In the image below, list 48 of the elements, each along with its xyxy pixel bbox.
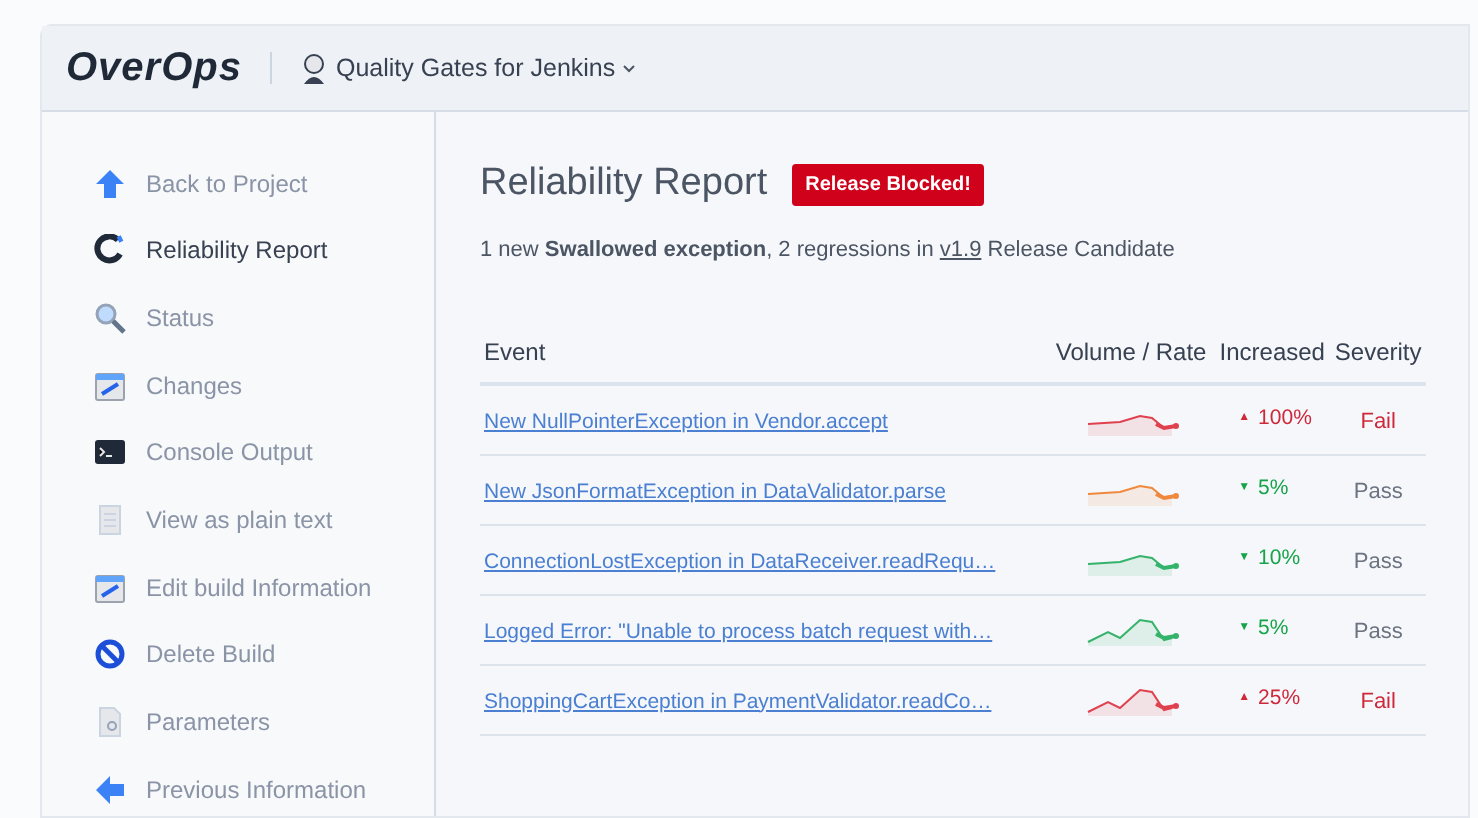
increase-value: 10% bbox=[1258, 543, 1301, 574]
sparkline bbox=[1083, 613, 1180, 645]
document-search-icon bbox=[94, 706, 126, 738]
increase-value: 100% bbox=[1258, 403, 1312, 434]
report-title: Reliability Report bbox=[480, 160, 768, 208]
severity-label: Pass bbox=[1353, 479, 1403, 503]
sidebar-item[interactable]: Parameters bbox=[94, 703, 434, 741]
severity-label: Pass bbox=[1353, 619, 1403, 643]
column-header: Severity bbox=[1334, 338, 1422, 366]
left-arrow-icon bbox=[94, 773, 126, 806]
magnifier-icon bbox=[94, 301, 126, 334]
prohibited-icon bbox=[94, 638, 126, 671]
notepad-icon bbox=[94, 369, 126, 402]
terminal-icon bbox=[94, 436, 126, 469]
sidebar-item[interactable]: Previous Information bbox=[94, 770, 434, 809]
sidebar-item[interactable]: Reliability Report bbox=[94, 231, 434, 270]
notepad-icon bbox=[94, 571, 126, 604]
column-header: Volume / Rate bbox=[1055, 338, 1207, 366]
project-dropdown[interactable]: Quality Gates for Jenkins bbox=[335, 49, 636, 87]
logo-icon bbox=[94, 234, 126, 267]
version-link[interactable]: v1.9 bbox=[939, 237, 982, 261]
event-link[interactable]: New JsonFormatException in DataValidator.parse bbox=[484, 479, 946, 503]
column-header: Event bbox=[484, 338, 546, 366]
sidebar-item[interactable]: Edit build Information bbox=[94, 568, 434, 607]
up-arrow-icon bbox=[94, 167, 126, 199]
severity-label: Pass bbox=[1353, 549, 1403, 573]
sidebar-item[interactable]: Back to Project bbox=[94, 164, 434, 202]
sidebar-item[interactable]: Status bbox=[94, 298, 434, 337]
increase-value: 5% bbox=[1258, 613, 1289, 644]
logo[interactable]: OverOps bbox=[66, 38, 242, 98]
sidebar-item[interactable]: View as plain text bbox=[94, 500, 434, 539]
event-link[interactable]: Logged Error: "Unable to process batch request with… bbox=[484, 619, 993, 643]
summary-text: 1 new Swallowed exception, 2 regressions in v1.9 Release Candidate bbox=[480, 235, 1177, 265]
document-icon bbox=[94, 503, 126, 536]
event-link[interactable]: New NullPointerException in Vendor.accept bbox=[484, 409, 888, 434]
event-link[interactable]: ShoppingCartException in PaymentValidator.readCo… bbox=[484, 689, 992, 713]
increase-value: 5% bbox=[1258, 473, 1289, 504]
increase-value: 25% bbox=[1258, 683, 1301, 714]
severity-label: Fail bbox=[1360, 689, 1396, 713]
sidebar-item[interactable]: Delete Build bbox=[94, 635, 434, 674]
status-badge: Release Blocked! bbox=[791, 163, 985, 206]
sidebar-item[interactable]: Changes bbox=[94, 366, 434, 405]
sidebar-item[interactable]: Console Output bbox=[94, 433, 434, 472]
event-link[interactable]: ConnectionLostException in DataReceiver.readRequ… bbox=[484, 549, 996, 573]
severity-label: Fail bbox=[1360, 409, 1396, 434]
chevron-down-icon bbox=[621, 63, 636, 73]
sparkline bbox=[1083, 683, 1180, 715]
column-header: Increased bbox=[1219, 338, 1325, 366]
